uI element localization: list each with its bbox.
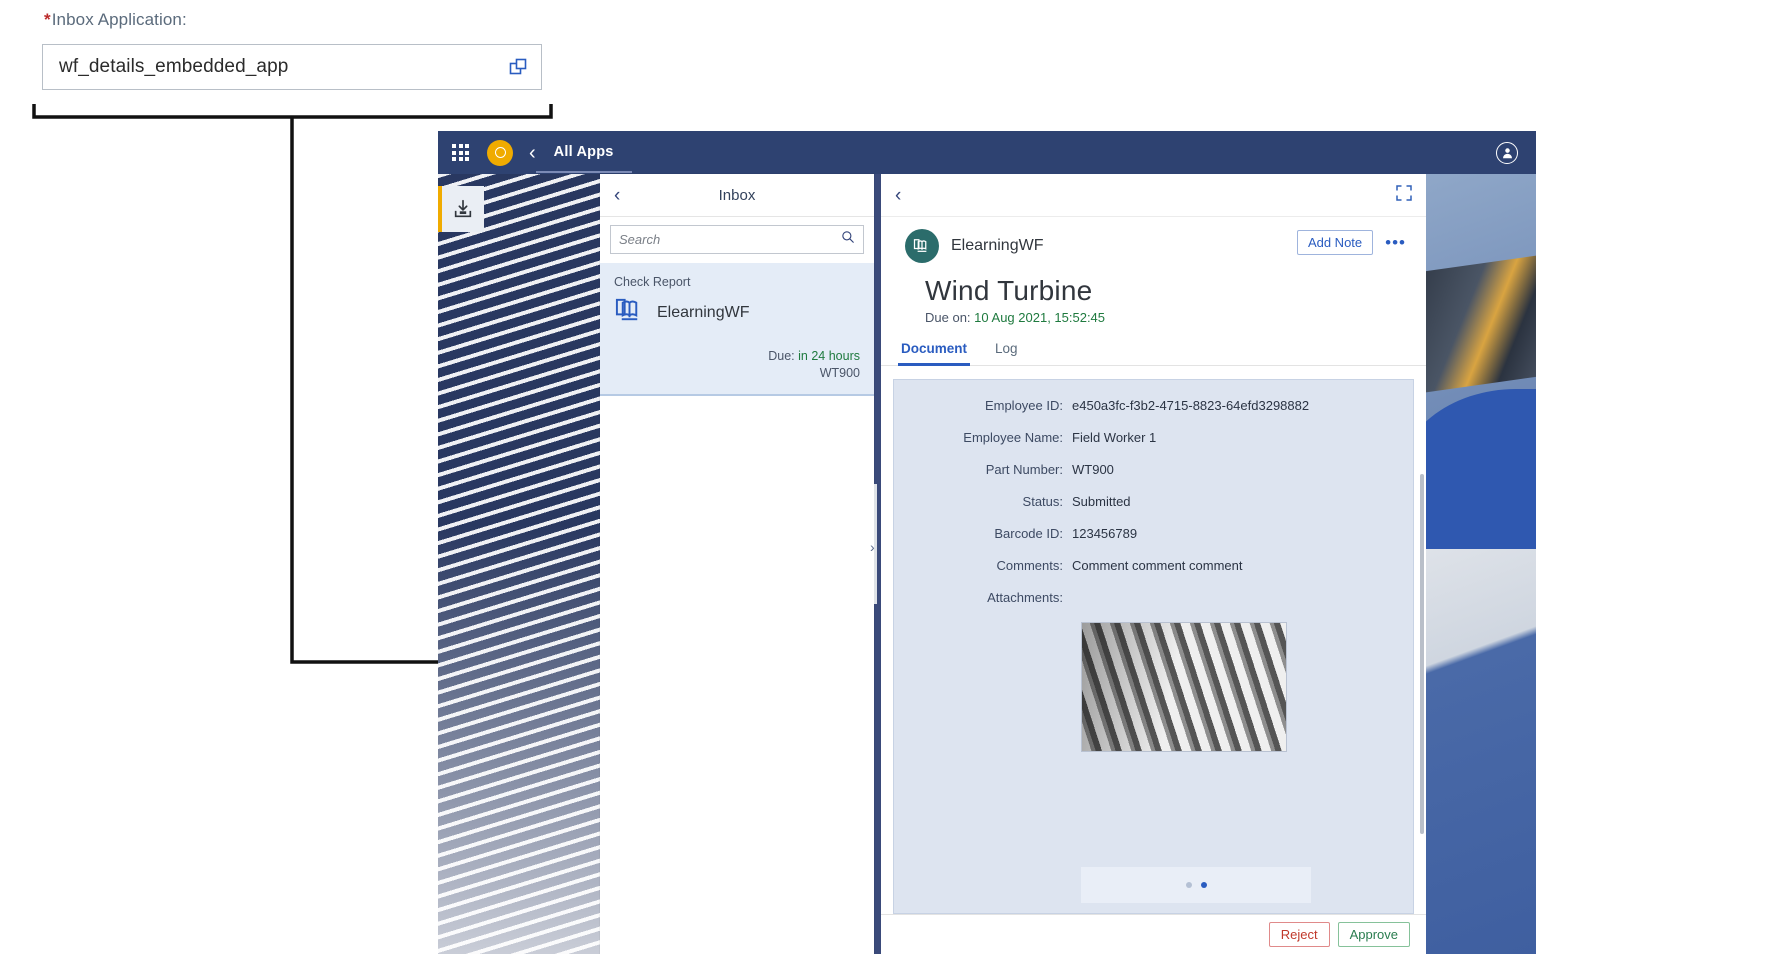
field-label: Comments: xyxy=(996,558,1063,573)
list-item-category: Check Report xyxy=(614,275,691,289)
search-placeholder: Search xyxy=(619,232,661,247)
attachment-carousel[interactable] xyxy=(1081,867,1311,903)
hero-machinery-photo xyxy=(1426,174,1536,954)
form-row: Employee Name: Field Worker 1 xyxy=(894,430,1413,445)
list-item-main-row: ElearningWF xyxy=(614,295,860,331)
inbox-application-label: *Inbox Application: xyxy=(44,10,187,30)
tab-document[interactable]: Document xyxy=(897,341,971,366)
inbox-header: ‹ Inbox xyxy=(600,174,874,217)
field-value: 123456789 xyxy=(1072,526,1138,541)
form-row: Part Number: WT900 xyxy=(894,462,1413,477)
form-row: Comments: Comment comment comment xyxy=(894,558,1413,573)
inbox-search-wrapper: Search xyxy=(600,217,874,263)
page-title: Wind Turbine xyxy=(925,275,1093,306)
detail-tabs: Document Log xyxy=(881,325,1426,366)
inbox-tray-icon[interactable] xyxy=(438,186,484,232)
tab-log[interactable]: Log xyxy=(995,341,1018,365)
user-account-icon[interactable] xyxy=(1496,141,1518,164)
full-screen-icon[interactable] xyxy=(1396,185,1412,205)
detail-footer: Reject Approve xyxy=(881,914,1426,954)
form-row: Employee ID: e450a3fc-f3b2-4715-8823-64e… xyxy=(894,398,1413,413)
inbox-application-value: wf_details_embedded_app xyxy=(59,56,289,77)
back-chevron-icon[interactable]: ‹ xyxy=(529,143,536,163)
field-label: Part Number: xyxy=(985,462,1063,477)
approve-button[interactable]: Approve xyxy=(1337,922,1410,947)
form-row: Barcode ID: 123456789 xyxy=(894,526,1413,541)
list-item-name: ElearningWF xyxy=(657,304,750,321)
application-body: ‹ Inbox Search Check Report ElearningWF … xyxy=(438,174,1536,954)
avatar xyxy=(905,229,939,263)
field-value: Comment comment comment xyxy=(1072,558,1243,573)
list-item-due: Due: in 24 hours xyxy=(614,349,860,363)
field-label: Employee Name: xyxy=(963,430,1063,445)
field-value: Field Worker 1 xyxy=(1072,430,1157,445)
form-row: Status: Submitted xyxy=(894,494,1413,509)
field-value: WT900 xyxy=(1072,462,1114,477)
back-chevron-icon[interactable]: ‹ xyxy=(614,186,620,205)
inbox-panel: ‹ Inbox Search Check Report ElearningWF … xyxy=(600,174,874,954)
carousel-dot[interactable] xyxy=(1185,882,1192,888)
shell-bar: ‹ All Apps xyxy=(438,131,1536,174)
embedded-inbox-application: ‹ All Apps ‹ Inbox Search Check Report E… xyxy=(438,131,1536,954)
inbox-application-label-text: Inbox Application: xyxy=(51,10,187,29)
inbox-list-item[interactable]: Check Report ElearningWF Due: in 24 hour… xyxy=(600,263,874,396)
inbox-empty-area xyxy=(600,429,874,954)
screen: *Inbox Application: wf_details_embedded_… xyxy=(0,0,1775,954)
detail-scrollbar[interactable] xyxy=(1420,474,1424,834)
detail-due: Due on: 10 Aug 2021, 15:52:45 xyxy=(925,310,1402,325)
list-item-reference: WT900 xyxy=(819,366,860,380)
attachment-thumbnail[interactable] xyxy=(1081,622,1287,752)
list-item-due-value: in 24 hours xyxy=(798,349,860,363)
field-label: Attachments: xyxy=(987,590,1063,605)
elearning-book-icon xyxy=(614,295,645,331)
detail-due-label: Due on: xyxy=(925,310,971,325)
app-grid-icon[interactable] xyxy=(452,144,469,161)
form-row: Attachments: xyxy=(894,590,1413,605)
hero-machine-shape xyxy=(1426,254,1536,394)
chevron-right-icon[interactable]: › xyxy=(870,539,875,555)
detail-actions: Add Note ••• xyxy=(1296,230,1406,255)
detail-panel: ‹ ElearningWF Add Note ••• Wind Turbine … xyxy=(881,174,1426,954)
detail-due-value: 10 Aug 2021, 15:52:45 xyxy=(974,310,1106,325)
hero-blue-band xyxy=(1426,389,1536,549)
carousel-dot-active[interactable] xyxy=(1200,882,1207,888)
inbox-application-input[interactable]: wf_details_embedded_app xyxy=(42,44,542,90)
required-asterisk: * xyxy=(44,10,51,29)
search-input[interactable]: Search xyxy=(610,225,864,254)
reject-button[interactable]: Reject xyxy=(1268,922,1330,947)
field-value: Submitted xyxy=(1072,494,1131,509)
field-label: Employee ID: xyxy=(984,398,1063,413)
shell-bar-title[interactable]: All Apps xyxy=(535,144,632,173)
hero-blinds-photo xyxy=(438,174,613,954)
detail-info: ElearningWF Add Note ••• Wind Turbine Du… xyxy=(881,217,1426,325)
overflow-menu-icon[interactable]: ••• xyxy=(1385,234,1406,251)
back-chevron-icon[interactable]: ‹ xyxy=(895,186,901,205)
field-value: e450a3fc-f3b2-4715-8823-64efd3298882 xyxy=(1072,398,1310,413)
company-logo-icon[interactable] xyxy=(487,139,513,166)
value-help-icon[interactable] xyxy=(495,58,541,77)
field-label: Status: xyxy=(1022,494,1063,509)
add-note-button[interactable]: Add Note xyxy=(1296,230,1374,255)
detail-header: ‹ xyxy=(881,174,1426,217)
document-form: Employee ID: e450a3fc-f3b2-4715-8823-64e… xyxy=(893,379,1414,914)
list-item-due-label: Due: xyxy=(768,349,795,363)
search-icon[interactable] xyxy=(841,230,855,249)
field-label: Barcode ID: xyxy=(994,526,1063,541)
inbox-title: Inbox xyxy=(718,186,756,204)
workflow-name: ElearningWF xyxy=(951,237,1044,254)
